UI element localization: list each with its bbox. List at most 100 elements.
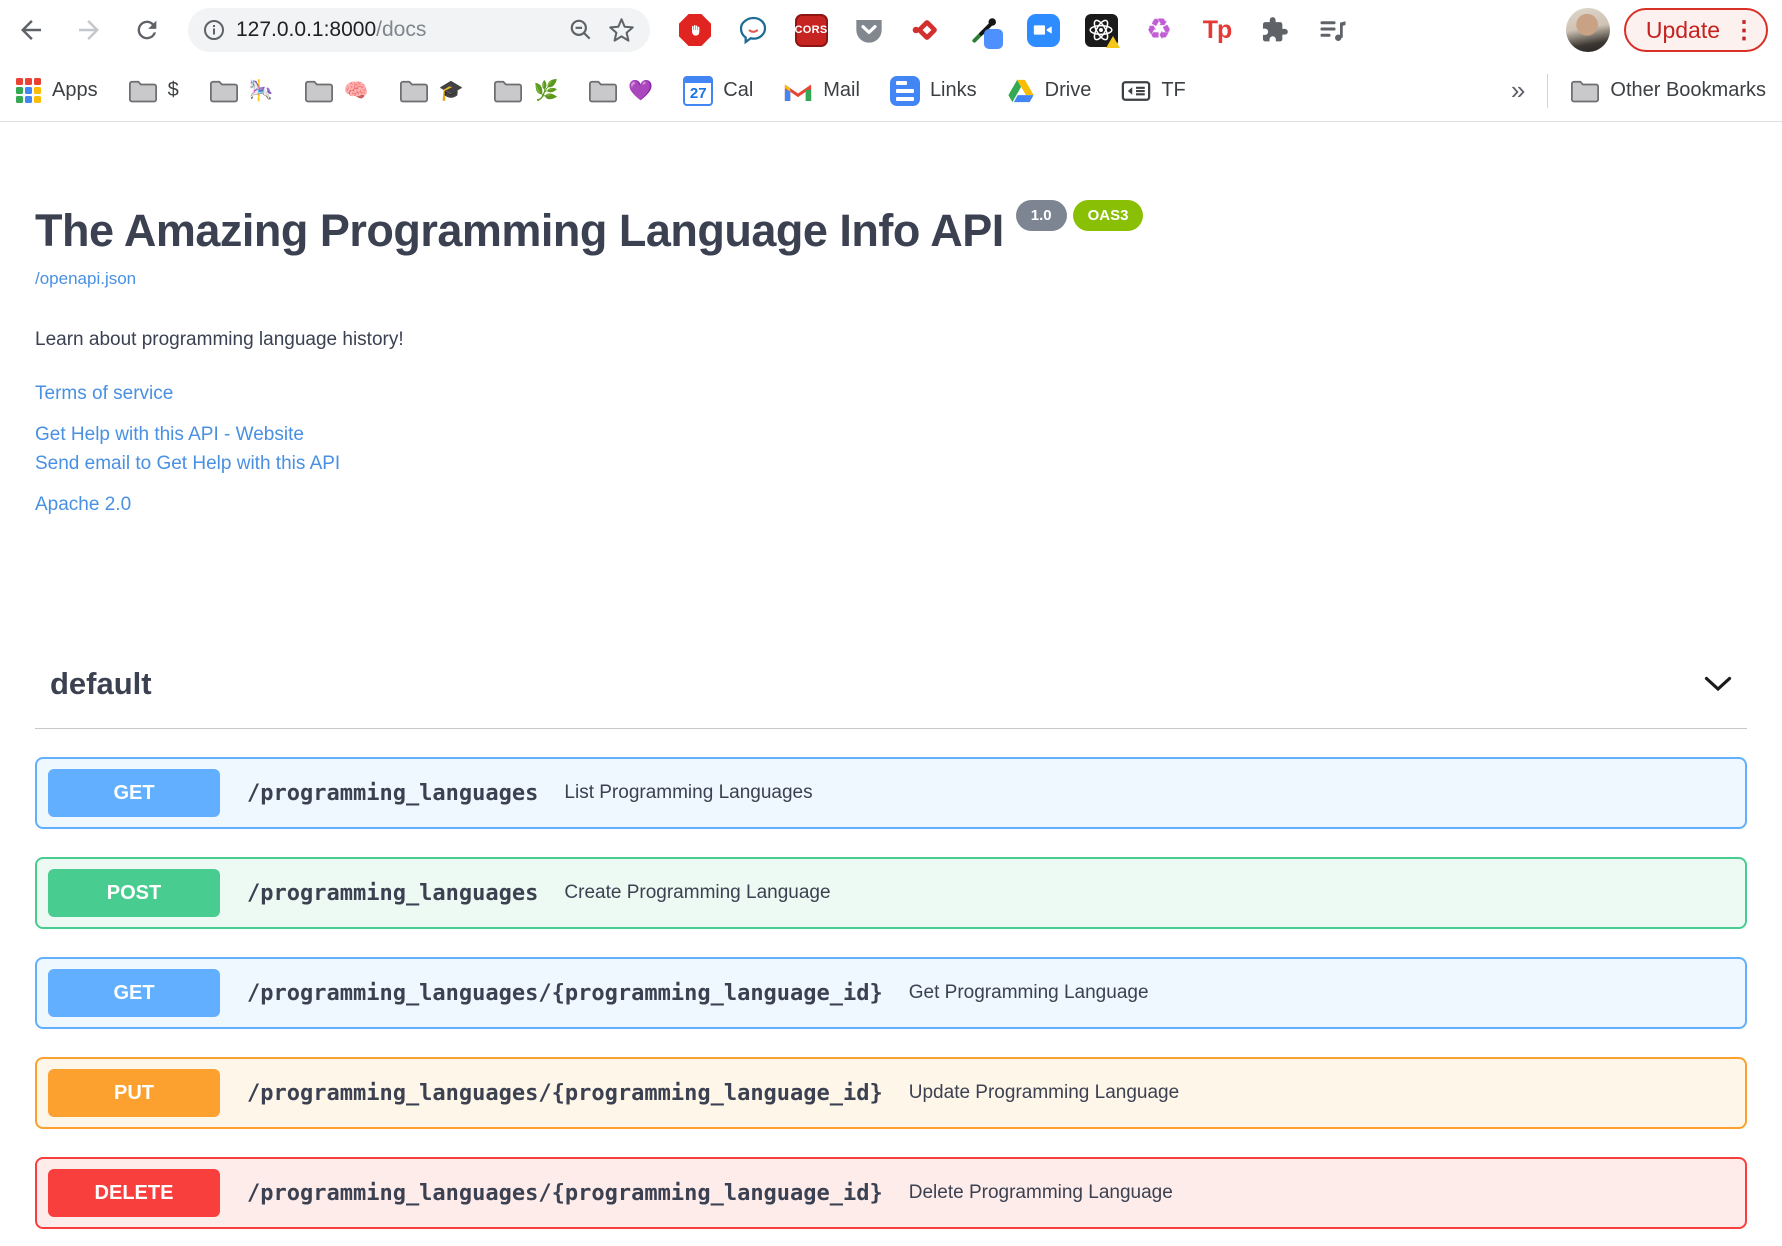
oas3-badge: OAS3 (1072, 200, 1144, 231)
stop-hand-icon (679, 14, 711, 46)
page-title: The Amazing Programming Language Info AP… (35, 205, 1004, 256)
react-devtools-extension-button[interactable] (1084, 13, 1120, 48)
other-bookmarks-button[interactable]: Other Bookmarks (1570, 78, 1766, 104)
bookmark-folder-grad-cap[interactable]: 🎓 (399, 78, 464, 104)
folder-icon (209, 80, 238, 102)
bookmark-apps[interactable]: Apps (16, 77, 98, 104)
bookmark-label: Drive (1044, 79, 1092, 101)
swagger-page: The Amazing Programming Language Info AP… (0, 200, 1782, 1229)
playlist-music-icon (1320, 21, 1346, 41)
bookmark-label: 💜 (628, 80, 654, 102)
bookmark-folder-heart[interactable]: 💜 (588, 78, 653, 104)
bookmark-star-button[interactable] (606, 15, 636, 45)
zoom-extension-button[interactable] (1026, 13, 1060, 47)
site-info-icon[interactable] (202, 18, 226, 42)
method-badge: PUT (48, 1069, 220, 1117)
bookmark-folder-herb[interactable]: 🌿 (493, 78, 558, 104)
endpoint-summary: Create Programming Language (564, 882, 831, 903)
back-arrow-icon (21, 20, 41, 40)
gmail-icon (785, 84, 812, 101)
react-atom-icon (1084, 13, 1120, 48)
method-badge: GET (48, 769, 220, 817)
bookmark-label: Cal (723, 79, 754, 101)
chevron-down-icon[interactable] (1704, 676, 1732, 692)
bookmark-label: 🎠 (248, 80, 274, 102)
send-email-link[interactable]: Send email to Get Help with this API (35, 453, 1747, 475)
bookmark-calendar[interactable]: 27 Cal (683, 75, 754, 106)
endpoint-row-create-language[interactable]: POST /programming_languages Create Progr… (35, 857, 1747, 929)
video-camera-icon (1026, 13, 1060, 47)
extensions-menu-button[interactable] (1258, 13, 1292, 47)
puzzle-piece-icon (1262, 17, 1288, 42)
bookmark-gmail[interactable]: Mail (783, 79, 860, 103)
bookmark-label: Links (929, 79, 977, 101)
bookmark-label: 🧠 (343, 80, 369, 102)
method-badge: DELETE (48, 1169, 220, 1217)
bookmark-links[interactable]: Links (889, 75, 977, 106)
bookmark-label: TF (1161, 79, 1186, 101)
color-picker-extension-button[interactable] (968, 13, 1003, 49)
forward-arrow-icon (79, 20, 99, 40)
bookmark-folder-carousel[interactable]: 🎠 (209, 78, 274, 104)
chat-extension-button[interactable] (736, 13, 770, 47)
endpoint-path: /programming_languages/{programming_lang… (247, 1080, 883, 1106)
openapi-json-link[interactable]: /openapi.json (35, 269, 136, 289)
folder-icon (1571, 80, 1600, 102)
folder-icon (494, 80, 523, 102)
bookmark-drive[interactable]: Drive (1007, 78, 1092, 104)
endpoint-row-list-languages[interactable]: GET /programming_languages List Programm… (35, 757, 1747, 829)
apps-grid-icon (16, 77, 42, 104)
folder-icon (304, 80, 333, 102)
section-title: default (50, 666, 152, 701)
endpoint-row-get-language[interactable]: GET /programming_languages/{programming_… (35, 957, 1747, 1029)
browser-toolbar: 127.0.0.1:8000/docs CORS ♻ Tp Update ⋮ (0, 0, 1782, 60)
blue-lines-icon (889, 75, 920, 106)
bookmarks-divider (1547, 73, 1549, 108)
adblock-extension-button[interactable] (678, 13, 712, 47)
url-text[interactable]: 127.0.0.1:8000/docs (236, 18, 426, 42)
pocket-extension-button[interactable] (852, 13, 886, 47)
endpoint-path: /programming_languages (247, 880, 539, 906)
extension-icons: CORS ♻ Tp (678, 13, 1562, 49)
red-diamond-icon (912, 20, 937, 40)
zoom-out-icon (570, 19, 591, 40)
bookmarks-overflow-button[interactable]: » (1511, 75, 1525, 106)
method-badge: POST (48, 869, 220, 917)
endpoint-row-update-language[interactable]: PUT /programming_languages/{programming_… (35, 1057, 1747, 1129)
endpoint-path: /programming_languages/{programming_lang… (247, 980, 883, 1006)
endpoint-row-delete-language[interactable]: DELETE /programming_languages/{programmi… (35, 1157, 1747, 1229)
bookmarks-bar: Apps $ 🎠 🧠 🎓 🌿 💜 27 Cal Mail Links Drive… (0, 60, 1782, 122)
kebab-menu-icon[interactable]: ⋮ (1732, 16, 1756, 45)
google-drive-icon (1008, 79, 1034, 102)
tp-extension-button[interactable]: Tp (1200, 13, 1234, 47)
forward-button[interactable] (72, 13, 106, 47)
playlist-extension-button[interactable] (1316, 13, 1350, 47)
zoom-out-button[interactable] (566, 15, 596, 45)
method-badge: GET (48, 969, 220, 1017)
diamond-extension-button[interactable] (910, 13, 944, 47)
bookmark-tf[interactable]: TF (1121, 78, 1186, 104)
default-section-header[interactable]: default (35, 666, 1747, 729)
chrome-update-button[interactable]: Update ⋮ (1623, 8, 1768, 52)
update-label: Update (1645, 16, 1720, 43)
reload-button[interactable] (130, 13, 164, 47)
profile-avatar[interactable] (1565, 8, 1610, 52)
endpoint-summary: Delete Programming Language (908, 1182, 1173, 1203)
bookmark-label: Mail (823, 79, 860, 101)
recycle-extension-button[interactable]: ♻ (1142, 13, 1176, 47)
bookmark-folder-dollar[interactable]: $ (128, 78, 179, 104)
license-link[interactable]: Apache 2.0 (35, 494, 1747, 516)
api-description: Learn about programming language history… (35, 329, 404, 350)
warning-icon (1105, 35, 1120, 48)
bookmark-label: Apps (52, 79, 98, 101)
cors-extension-button[interactable]: CORS (794, 13, 828, 47)
terms-of-service-link[interactable]: Terms of service (35, 383, 1747, 405)
back-button[interactable] (14, 13, 48, 47)
speech-bubble-icon (739, 16, 767, 45)
star-icon (608, 17, 634, 42)
bookmark-label: 🎓 (438, 80, 464, 102)
api-info-header: The Amazing Programming Language Info AP… (35, 200, 1747, 289)
address-bar[interactable]: 127.0.0.1:8000/docs (188, 8, 650, 52)
get-help-website-link[interactable]: Get Help with this API - Website (35, 424, 1747, 446)
bookmark-folder-brain[interactable]: 🧠 (304, 78, 369, 104)
